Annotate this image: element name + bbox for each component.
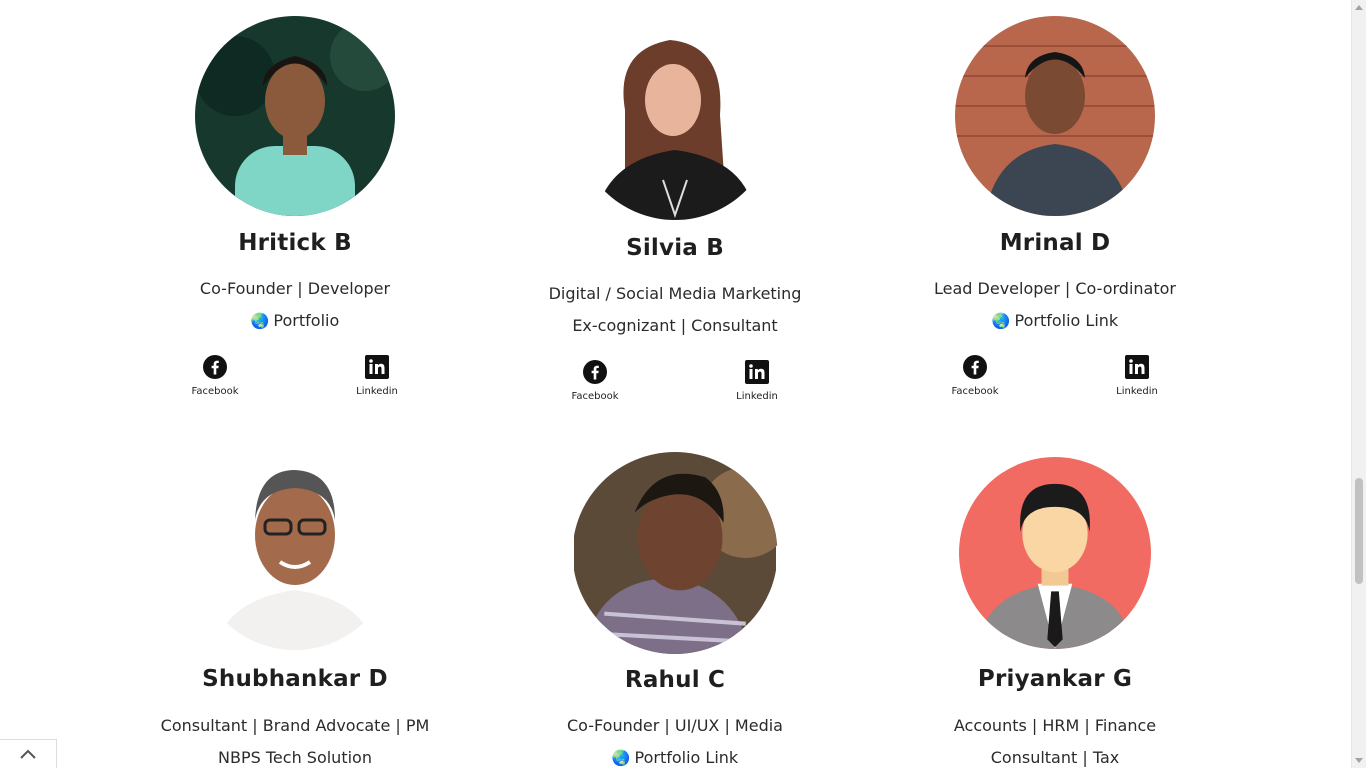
member-role: Consultant | Brand Advocate | PM [160,716,430,735]
globe-icon: 🌏 [611,749,631,767]
avatar [575,20,775,220]
facebook-link[interactable]: Facebook [935,355,1015,397]
linkedin-label: Linkedin [356,386,398,397]
portfolio-link[interactable]: 🌏 Portfolio Link [865,311,1245,330]
member-info: NBPS Tech Solution [218,748,372,767]
member-role: Co-Founder | UI/UX | Media [567,716,783,735]
linkedin-link[interactable]: Linkedin [337,355,417,397]
scroll-up-icon[interactable] [1355,5,1363,10]
back-to-top-button[interactable] [0,739,57,768]
scrollbar-thumb[interactable] [1355,478,1363,584]
avatar [955,16,1155,216]
linkedin-link[interactable]: Linkedin [717,360,797,402]
member-info: Ex-cognizant | Consultant [572,316,778,335]
member-name: Mrinal D [999,230,1111,256]
avatar [195,16,395,216]
linkedin-label: Linkedin [1116,386,1158,397]
member-name: Rahul C [624,667,726,693]
vertical-scrollbar[interactable] [1351,0,1366,768]
linkedin-link[interactable]: Linkedin [1097,355,1177,397]
facebook-icon [583,360,607,384]
linkedin-icon [1125,355,1149,379]
avatar [959,457,1151,649]
member-info: Consultant | Tax [990,748,1120,767]
portfolio-link[interactable]: 🌏 Portfolio Link [485,748,865,767]
portfolio-link[interactable]: 🌏 Portfolio [105,311,485,330]
avatar [195,450,395,650]
member-name: Priyankar G [977,666,1133,692]
globe-icon: 🌏 [250,312,270,330]
scroll-down-icon[interactable] [1355,758,1363,763]
member-role: Lead Developer | Co-ordinator [934,279,1176,298]
member-name: Silvia B [626,235,724,261]
facebook-icon [963,355,987,379]
member-role: Co-Founder | Developer [199,279,391,298]
linkedin-label: Linkedin [736,391,778,402]
chevron-up-icon [20,749,36,759]
member-role: Digital / Social Media Marketing [548,284,802,303]
member-name: Hritick B [238,230,352,256]
linkedin-icon [365,355,389,379]
linkedin-icon [745,360,769,384]
facebook-link[interactable]: Facebook [175,355,255,397]
facebook-link[interactable]: Facebook [555,360,635,402]
member-name: Shubhankar D [202,666,388,692]
globe-icon: 🌏 [991,312,1011,330]
avatar [573,452,778,654]
facebook-label: Facebook [191,386,239,397]
facebook-label: Facebook [951,386,999,397]
facebook-label: Facebook [571,391,619,402]
facebook-icon [203,355,227,379]
member-role: Accounts | HRM | Finance [953,716,1157,735]
